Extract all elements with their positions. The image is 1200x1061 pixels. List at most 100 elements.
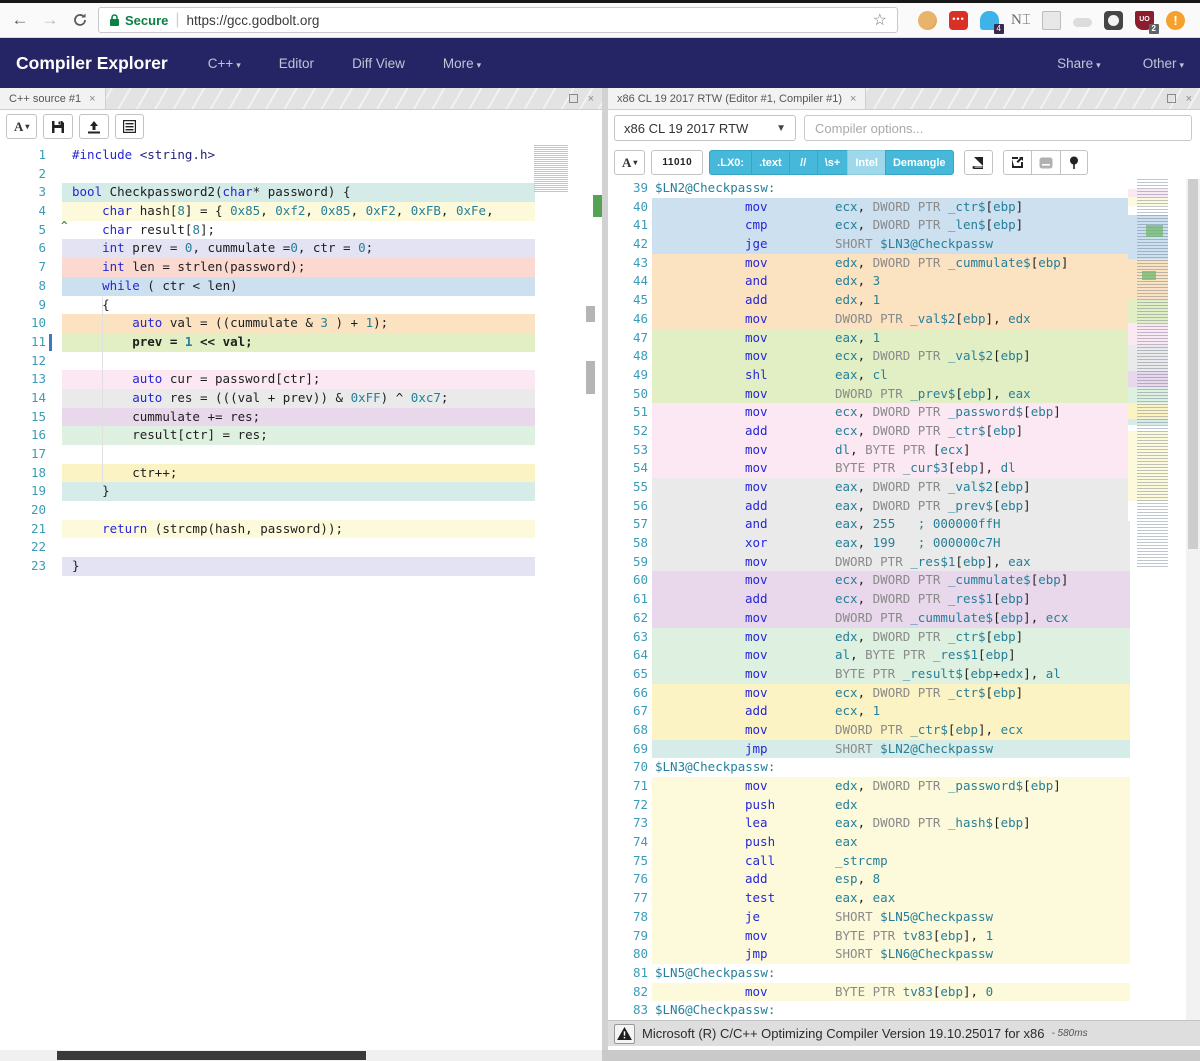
- asm-line[interactable]: 39$LN2@Checkpassw:: [608, 179, 1130, 198]
- asm-line[interactable]: 60 movecx, DWORD PTR _cummulate$[ebp]: [608, 571, 1130, 590]
- ghost-extension-icon[interactable]: 4: [980, 11, 999, 30]
- scrollbar-thumb[interactable]: [586, 361, 595, 394]
- shield-extension-icon[interactable]: UO2: [1135, 11, 1154, 30]
- asm-line[interactable]: 82 movBYTE PTR tv83[ebp], 0: [608, 983, 1130, 1002]
- asm-line[interactable]: 68 movDWORD PTR _ctr$[ebp], ecx: [608, 721, 1130, 740]
- asm-line[interactable]: 49 shleax, cl: [608, 366, 1130, 385]
- menu-diff-view[interactable]: Diff View: [352, 56, 405, 71]
- forward-button[interactable]: →: [38, 8, 62, 32]
- compiler-select[interactable]: x86 CL 19 2017 RTW ▼: [614, 115, 796, 141]
- asm-editor[interactable]: 39$LN2@Checkpassw:40 movecx, DWORD PTR _…: [608, 179, 1200, 1020]
- libraries-button[interactable]: [964, 150, 993, 175]
- bookmark-star-icon[interactable]: ☆: [873, 10, 887, 30]
- asm-line[interactable]: 55 moveax, DWORD PTR _val$2[ebp]: [608, 478, 1130, 497]
- asm-line[interactable]: 72 pushedx: [608, 796, 1130, 815]
- fold-caret-icon[interactable]: ^: [61, 219, 68, 232]
- maximize-icon[interactable]: [569, 94, 578, 103]
- asm-line[interactable]: 57 andeax, 255 ; 000000ffH: [608, 515, 1130, 534]
- source-line[interactable]: 8 while ( ctr < len): [0, 277, 535, 296]
- menu-editor[interactable]: Editor: [279, 56, 314, 71]
- maximize-icon[interactable]: [1167, 94, 1176, 103]
- source-line[interactable]: 1#include <string.h>: [0, 146, 535, 165]
- source-line[interactable]: 23}: [0, 557, 535, 576]
- source-editor[interactable]: 1#include <string.h>23bool Checkpassword…: [0, 143, 602, 1061]
- asm-line[interactable]: 76 addesp, 8: [608, 870, 1130, 889]
- asm-scrollbar-thumb[interactable]: [1188, 179, 1198, 549]
- source-line[interactable]: 3bool Checkpassword2(char* password) {: [0, 183, 535, 202]
- filter-button-Intel[interactable]: Intel: [847, 150, 885, 175]
- asm-line[interactable]: 50 movDWORD PTR _prev$[ebp], eax: [608, 385, 1130, 404]
- output-button[interactable]: [1031, 150, 1060, 175]
- secure-indicator[interactable]: Secure: [109, 13, 168, 28]
- source-line[interactable]: 11 prev = 1 << val;: [0, 333, 535, 352]
- close-icon[interactable]: ×: [89, 93, 95, 105]
- menu-c-[interactable]: C++▾: [208, 56, 241, 71]
- source-line[interactable]: 10 auto val = ((cummulate & 3 ) + 1);: [0, 314, 535, 333]
- load-save-button[interactable]: [79, 114, 109, 139]
- asm-line[interactable]: 77 testeax, eax: [608, 889, 1130, 908]
- asm-line[interactable]: 80 jmpSHORT $LN6@Checkpassw: [608, 945, 1130, 964]
- asm-line[interactable]: 63 movedx, DWORD PTR _ctr$[ebp]: [608, 628, 1130, 647]
- open-output-button[interactable]: [1003, 150, 1031, 175]
- note-extension-icon[interactable]: N⌶: [1011, 11, 1030, 30]
- font-size-button[interactable]: A▾: [614, 150, 645, 175]
- tools-button[interactable]: [1060, 150, 1088, 175]
- source-line[interactable]: 22: [0, 538, 535, 557]
- refresh-button[interactable]: [68, 8, 92, 32]
- asm-line[interactable]: 74 pusheax: [608, 833, 1130, 852]
- source-line[interactable]: 7 int len = strlen(password);: [0, 258, 535, 277]
- source-line[interactable]: 17: [0, 445, 535, 464]
- asm-line[interactable]: 83$LN6@Checkpassw:: [608, 1001, 1130, 1020]
- asm-line[interactable]: 81$LN5@Checkpassw:: [608, 964, 1130, 983]
- asm-line[interactable]: 65 movBYTE PTR _result$[ebp+edx], al: [608, 665, 1130, 684]
- source-minimap[interactable]: [534, 145, 568, 193]
- template-button[interactable]: [115, 114, 144, 139]
- doc-extension-icon[interactable]: [1042, 11, 1061, 30]
- asm-line[interactable]: 51 movecx, DWORD PTR _password$[ebp]: [608, 403, 1130, 422]
- source-line[interactable]: 5 char result[8];: [0, 221, 535, 240]
- source-line[interactable]: 15 cummulate += res;: [0, 408, 535, 427]
- asm-line[interactable]: 70$LN3@Checkpassw:: [608, 758, 1130, 777]
- source-line[interactable]: 19 }: [0, 482, 535, 501]
- source-line[interactable]: 13 auto cur = password[ctr];: [0, 370, 535, 389]
- dots-extension-icon[interactable]: •••: [949, 11, 968, 30]
- source-line[interactable]: 6 int prev = 0, cummulate =0, ctr = 0;: [0, 239, 535, 258]
- hscrollbar-thumb[interactable]: [57, 1051, 366, 1060]
- address-bar[interactable]: Secure | https://gcc.godbolt.org ☆: [98, 7, 898, 33]
- asm-line[interactable]: 41 cmpecx, DWORD PTR _len$[ebp]: [608, 216, 1130, 235]
- cookie-extension-icon[interactable]: [918, 11, 937, 30]
- asm-line[interactable]: 44 andedx, 3: [608, 272, 1130, 291]
- asm-line[interactable]: 64 moval, BYTE PTR _res$1[ebp]: [608, 646, 1130, 665]
- asm-line[interactable]: 73 leaeax, DWORD PTR _hash$[ebp]: [608, 814, 1130, 833]
- asm-line[interactable]: 67 addecx, 1: [608, 702, 1130, 721]
- asm-line[interactable]: 71 movedx, DWORD PTR _password$[ebp]: [608, 777, 1130, 796]
- asm-line[interactable]: 58 xoreax, 199 ; 000000c7H: [608, 534, 1130, 553]
- source-line[interactable]: 9 {: [0, 296, 535, 315]
- asm-minimap[interactable]: [1128, 179, 1168, 569]
- asm-line[interactable]: 59 movDWORD PTR _res$1[ebp], eax: [608, 553, 1130, 572]
- compiler-options-input[interactable]: [804, 115, 1192, 141]
- asm-line[interactable]: 78 jeSHORT $LN5@Checkpassw: [608, 908, 1130, 927]
- asm-line[interactable]: 45 addedx, 1: [608, 291, 1130, 310]
- source-line[interactable]: 20: [0, 501, 535, 520]
- close-pane-icon[interactable]: ×: [1186, 93, 1192, 105]
- asm-line[interactable]: 48 movecx, DWORD PTR _val$2[ebp]: [608, 347, 1130, 366]
- filter-button-Demangle[interactable]: Demangle: [885, 150, 954, 175]
- menu-more[interactable]: More▾: [443, 56, 481, 71]
- tab-cpp-source[interactable]: C++ source #1 ×: [0, 88, 106, 109]
- asm-line[interactable]: 75 call_strcmp: [608, 852, 1130, 871]
- scrollbar-thumb[interactable]: [586, 306, 595, 322]
- asm-line[interactable]: 40 movecx, DWORD PTR _ctr$[ebp]: [608, 198, 1130, 217]
- asm-line[interactable]: 43 movedx, DWORD PTR _cummulate$[ebp]: [608, 254, 1130, 273]
- hscrollbar-track[interactable]: [0, 1050, 602, 1061]
- asm-line[interactable]: 46 movDWORD PTR _val$2[ebp], edx: [608, 310, 1130, 329]
- tab-compiler[interactable]: x86 CL 19 2017 RTW (Editor #1, Compiler …: [608, 88, 866, 109]
- menu-other[interactable]: Other▾: [1143, 56, 1184, 71]
- filter-button-text[interactable]: .text: [751, 150, 789, 175]
- asm-line[interactable]: 42 jgeSHORT $LN3@Checkpassw: [608, 235, 1130, 254]
- filter-button-[interactable]: //: [789, 150, 817, 175]
- font-size-button[interactable]: A▾: [6, 114, 37, 139]
- source-line[interactable]: 4 char hash[8] = { 0x85, 0xf2, 0x85, 0xF…: [0, 202, 535, 221]
- alert-extension-icon[interactable]: !: [1166, 11, 1185, 30]
- source-line[interactable]: 18 ctr++;: [0, 464, 535, 483]
